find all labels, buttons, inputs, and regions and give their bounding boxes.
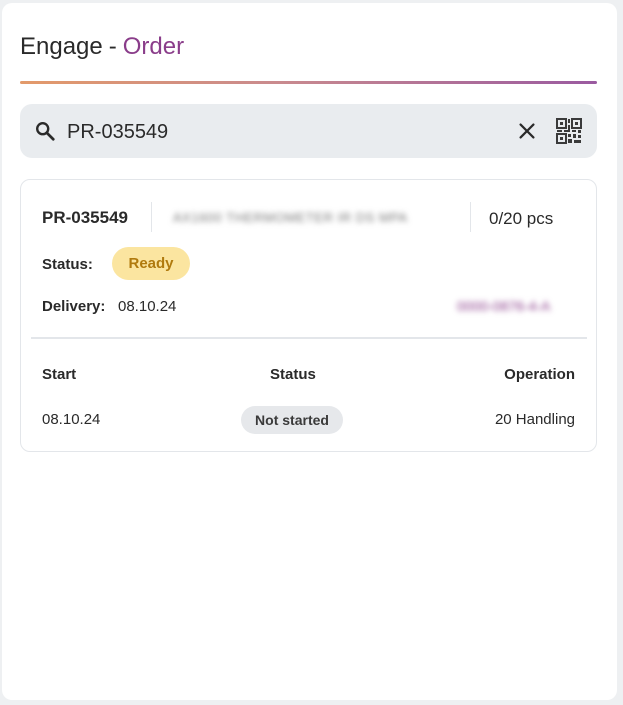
order-card[interactable]: PR-035549 AX1600 THERMOMETER IR DS MPA 0… (20, 179, 597, 452)
divider (470, 202, 471, 232)
title-separator: - (108, 33, 117, 60)
operation-start-date: 08.10.24 (42, 411, 101, 428)
search-icon (36, 122, 55, 141)
order-number: PR-035549 (42, 208, 129, 227)
status-label: Status: (42, 256, 93, 273)
delivery-label: Delivery: (42, 298, 106, 315)
operation-status-badge: Not started (241, 406, 343, 434)
order-description: AX1600 THERMOMETER IR DS MPA (173, 210, 408, 225)
order-quantity: 0/20 pcs (489, 209, 554, 228)
order-panel: Engage - Order PR-035549 PR-035549 AX160… (2, 3, 617, 700)
header-divider (20, 81, 597, 84)
order-reference: 0000-0876-4-A (457, 298, 551, 314)
divider (151, 202, 152, 232)
search-bar (20, 104, 597, 158)
status-badge: Ready (112, 247, 190, 280)
section-title: Order (122, 33, 185, 60)
section-divider (31, 337, 587, 339)
delivery-date: 08.10.24 (118, 298, 177, 315)
column-header-operation: Operation (504, 366, 575, 383)
column-header-start: Start (42, 366, 77, 383)
qr-code-icon[interactable] (556, 118, 582, 144)
app-title: Engage (20, 33, 103, 60)
search-input[interactable] (65, 116, 499, 148)
operation-name: 20 Handling (494, 411, 575, 428)
clear-icon[interactable] (516, 120, 538, 142)
page-title: Engage - Order (20, 33, 184, 61)
column-header-status: Status (270, 366, 316, 383)
